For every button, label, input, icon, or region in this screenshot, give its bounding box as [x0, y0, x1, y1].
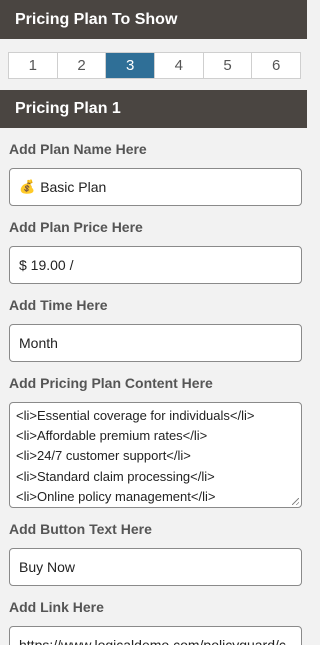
tab-plan-4[interactable]: 4 [155, 53, 204, 78]
resize-handle-icon[interactable] [292, 498, 299, 505]
content-line: <li>Affordable premium rates</li> [16, 428, 208, 444]
tab-plan-6[interactable]: 6 [252, 53, 300, 78]
plan-name-label: Add Plan Name Here [9, 141, 147, 157]
tab-plan-2[interactable]: 2 [58, 53, 107, 78]
plan-name-input[interactable]: 💰 Basic Plan [9, 168, 302, 206]
pricing-plan-1-title: Pricing Plan 1 [15, 100, 121, 117]
pricing-plan-to-show-header: Pricing Plan To Show [0, 0, 307, 39]
content-line: <li>Online policy management</li> [16, 488, 216, 504]
plan-price-label: Add Plan Price Here [9, 219, 143, 235]
plan-tabs: 1 2 3 4 5 6 [8, 52, 301, 79]
money-bag-icon: 💰 [19, 179, 36, 194]
plan-form: Add Plan Name Here 💰 Basic Plan Add Plan… [0, 128, 307, 645]
pricing-plan-to-show-title: Pricing Plan To Show [15, 10, 178, 28]
plan-name-value: Basic Plan [40, 179, 107, 195]
plan-tabs-wrapper: 1 2 3 4 5 6 [0, 39, 307, 90]
plan-content-label: Add Pricing Plan Content Here [9, 375, 213, 391]
content-line: <li>Standard claim processing</li> [16, 468, 215, 484]
plan-price-input[interactable]: $ 19.00 / [9, 246, 302, 284]
content-line: <li>24/7 customer support</li> [16, 448, 191, 464]
button-text-value: Buy Now [19, 559, 76, 575]
plan-content-textarea[interactable]: <li>Essential coverage for individuals</… [9, 402, 302, 508]
tab-plan-1[interactable]: 1 [9, 53, 58, 78]
time-value: Month [19, 335, 58, 351]
link-input[interactable]: https://www.logicaldemo.com/policyguard/… [9, 626, 302, 645]
time-label: Add Time Here [9, 297, 108, 313]
pricing-plan-panel: Pricing Plan To Show 1 2 3 4 5 6 Pricing… [0, 0, 307, 645]
plan-price-value: $ 19.00 / [19, 257, 74, 273]
time-input[interactable]: Month [9, 324, 302, 362]
tab-plan-5[interactable]: 5 [204, 53, 253, 78]
link-value: https://www.logicaldemo.com/policyguard/… [19, 637, 286, 645]
pricing-plan-1-header: Pricing Plan 1 [0, 90, 307, 128]
button-text-input[interactable]: Buy Now [9, 548, 302, 586]
tab-plan-3[interactable]: 3 [106, 53, 156, 78]
link-label: Add Link Here [9, 599, 104, 615]
button-text-label: Add Button Text Here [9, 521, 152, 537]
content-line: <li>Essential coverage for individuals</… [16, 408, 255, 423]
